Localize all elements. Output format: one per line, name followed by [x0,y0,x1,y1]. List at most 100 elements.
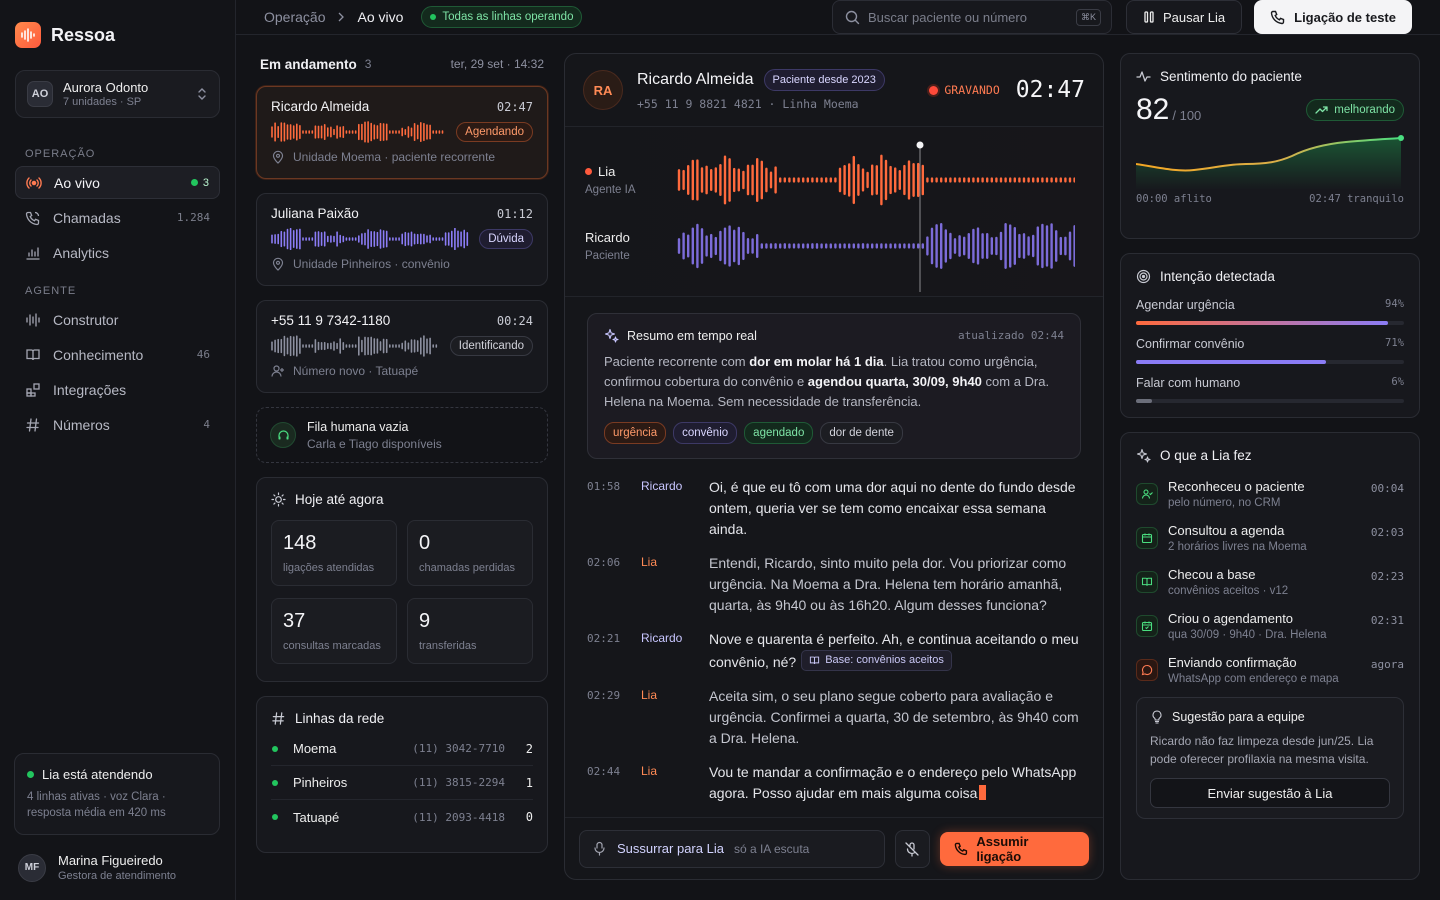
breadcrumb-live: Ao vivo [357,9,404,25]
action-sub: qua 30/09 · 9h40 · Dra. Helena [1168,629,1327,641]
action-item[interactable]: Reconheceu o paciente pelo número, no CRM… [1136,479,1404,509]
intent-label: Falar com humano [1136,376,1241,390]
take-over-call-button[interactable]: Assumir ligação [939,831,1089,866]
call-card-unknown[interactable]: +55 11 9 7342-1180 00:24 Identificando N… [256,300,548,393]
sentiment-max: / 100 [1172,107,1202,123]
sidebar-item-integrations[interactable]: Integrações [15,373,220,406]
sidebar-item-knowledge[interactable]: Conhecimento 46 [15,338,220,371]
transcript-message: 02:06 Lia Entendi, Ricardo, sinto muito pe… [587,553,1081,616]
intent-bar [1136,321,1404,325]
message-speaker: Lia [641,764,658,778]
stat-card: 0 chamadas perdidas [407,520,533,586]
line-count: 1 [525,775,533,790]
call-card-juliana[interactable]: Juliana Paixão 01:12 Dúvida Unidade Pinh… [256,193,548,286]
hash-icon [26,417,40,432]
search-box[interactable]: ⌘K [831,0,1112,34]
user-role: Gestora de atendimento [58,870,177,882]
send-suggestion-button[interactable]: Enviar sugestão à Lia [1150,778,1390,808]
network-line[interactable]: Tatuapé (11) 2093-4418 0 [271,800,533,834]
lightbulb-icon [1152,710,1162,724]
summary-tag[interactable]: urgência [604,422,667,444]
workspace-avatar: AO [27,81,53,107]
search-shortcut: ⌘K [1075,8,1101,26]
call-time: 02:47 [496,99,533,114]
user-profile[interactable]: MF Marina Figueiredo Gestora de atendime… [18,853,176,882]
action-title: Checou a base [1168,567,1256,582]
queue-sub: Carla e Tiago disponíveis [307,436,442,451]
call-waveform [271,228,469,250]
sentiment-trend-badge: melhorando [1306,99,1404,121]
line-count: 0 [525,810,533,824]
line-name: Pinheiros [293,775,348,790]
today-title: Hoje até agora [295,492,384,507]
waveform-graphic [677,141,1075,292]
stat-label: ligações atendidas [283,562,375,574]
action-time: 00:04 [1370,482,1404,495]
message-text: Oi, é que eu tô com uma dor aqui no dent… [709,479,1076,537]
message-time: 02:44 [587,765,621,778]
sidebar-item-analytics[interactable]: Analytics [15,236,220,269]
intent-panel: Intenção detectada Agendar urgência 94% C… [1120,253,1420,418]
chart-icon [26,246,40,260]
action-title: Consultou a agenda [1168,523,1285,538]
summary-tag[interactable]: convênio [673,422,738,444]
stat-value: 37 [283,610,306,632]
message-text-wrap: Vou te mandar a confirmação e o endereço… [709,762,1081,804]
stat-card: 9 transferidas [407,598,533,664]
actions-panel: O que a Lia fez Reconheceu o paciente pel… [1120,432,1420,880]
action-title: Criou o agendamento [1168,611,1294,626]
summary-tag[interactable]: dor de dente [820,422,903,444]
stat-label: chamadas perdidas [419,562,516,574]
action-item[interactable]: Checou a base convênios aceitos · v12 02:… [1136,567,1404,597]
sun-icon [271,492,286,507]
calls-column: Em andamento 3 ter, 29 set · 14:32 Ricar… [256,53,548,880]
sentiment-current-point [1398,135,1404,141]
intent-row: Falar com humano 6% [1136,376,1404,403]
test-call-button[interactable]: Ligação de teste [1254,0,1412,34]
live-summary: Resumo em tempo real atualizado 02:44 Pa… [587,313,1081,459]
message-text: Entendi, Ricardo, sinto muito pela dor. … [709,555,1067,613]
app: Ressoa AO Aurora Odonto 7 unidades · SP … [0,0,1440,900]
action-item[interactable]: Criou o agendamento qua 30/09 · 9h40 · Dr… [1136,611,1404,641]
audio-waveform[interactable]: Lia Agente IA Ricardo Paciente [565,127,1103,297]
call-time: 00:24 [496,313,533,328]
mute-button[interactable] [895,829,930,868]
summary-tag[interactable]: agendado [744,422,814,444]
insights-column: Sentimento do paciente 82 / 100 melhoran… [1120,53,1420,880]
sidebar-item-builder[interactable]: Construtor [15,303,220,336]
summary-updated: atualizado 02:44 [958,329,1064,342]
playhead-handle[interactable] [916,141,924,149]
call-card-ricardo[interactable]: Ricardo Almeida 02:47 Agendando Unidade … [256,86,548,179]
action-time: agora [1370,658,1404,671]
sidebar-item-numbers[interactable]: Números 4 [15,408,220,441]
book-icon [1136,571,1158,593]
sentiment-score: 82 [1136,93,1170,126]
network-panel: Linhas da rede Moema (11) 3042-7710 2 Pinh… [256,696,548,853]
broadcast-icon [26,176,42,189]
knowledge-base-label: Base: convênios aceitos [825,654,944,666]
whisper-input[interactable]: Sussurrar para Lia só a IA escuta [579,829,886,868]
action-sub: pelo número, no CRM [1168,497,1281,509]
chevron-right-icon [339,12,345,22]
call-meta: Unidade Moema · paciente recorrente [293,150,496,164]
sidebar-item-calls[interactable]: Chamadas 1.284 [15,201,220,234]
team-suggestion: Sugestão para a equipe Ricardo não faz l… [1136,697,1404,819]
brand[interactable]: Ressoa [15,0,220,70]
headset-icon [270,422,296,448]
network-line[interactable]: Pinheiros (11) 3815-2294 1 [271,766,533,800]
breadcrumb-operation[interactable]: Operação [264,9,325,25]
pause-lia-button[interactable]: Pausar Lia [1125,0,1243,34]
calendar-check-icon [1136,615,1158,637]
knowledge-base-ref[interactable]: Base: convênios aceitos [801,650,952,671]
calls-count: 3 [364,57,372,71]
search-input[interactable] [867,9,1068,25]
message-time: 02:06 [587,556,621,569]
workspace-switcher[interactable]: AO Aurora Odonto 7 unidades · SP [15,70,220,118]
target-icon [1136,269,1151,284]
intent-label: Agendar urgência [1136,298,1235,312]
sidebar-item-live[interactable]: Ao vivo 3 [15,166,220,199]
action-item[interactable]: Consultou a agenda 2 horários livres na M… [1136,523,1404,553]
action-item[interactable]: Enviando confirmação WhatsApp com endereç… [1136,655,1404,685]
network-line[interactable]: Moema (11) 3042-7710 2 [271,732,533,766]
pause-icon [1144,11,1154,23]
